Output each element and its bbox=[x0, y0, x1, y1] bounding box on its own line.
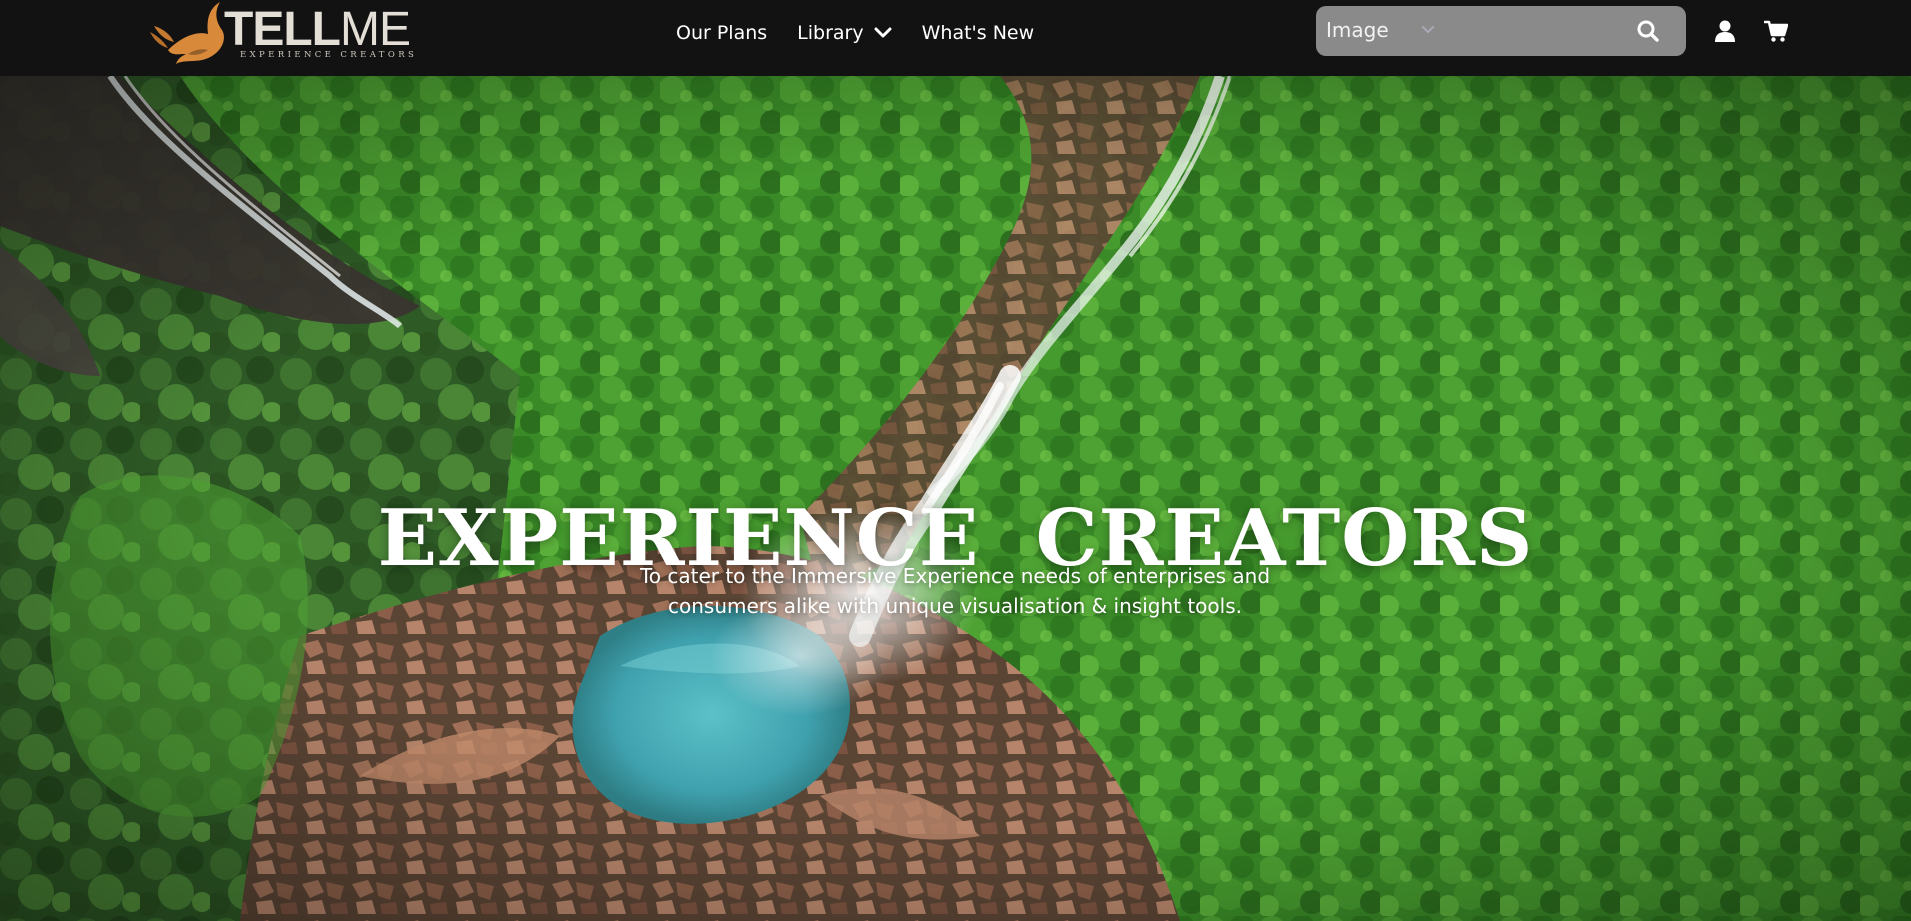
hero-subtitle: To cater to the Immersive Experience nee… bbox=[639, 564, 1271, 618]
cart-icon[interactable] bbox=[1764, 19, 1788, 43]
brand-tagline: EXPERIENCE CREATORS bbox=[240, 50, 418, 60]
main-nav: Our Plans Library What's New bbox=[676, 20, 1034, 46]
user-icon[interactable] bbox=[1714, 19, 1736, 43]
phoenix-logo-icon bbox=[150, 2, 224, 64]
top-navbar: TELLME EXPERIENCE CREATORS Our Plans Lib… bbox=[0, 0, 1911, 76]
nav-library[interactable]: Library bbox=[797, 22, 892, 44]
page: TELLME EXPERIENCE CREATORS Our Plans Lib… bbox=[0, 0, 1911, 921]
nav-our-plans-label: Our Plans bbox=[676, 22, 768, 44]
chevron-down-icon bbox=[1421, 26, 1434, 33]
search-type-value: Image bbox=[1326, 18, 1389, 42]
brand-logo[interactable]: TELLME EXPERIENCE CREATORS bbox=[148, 0, 414, 70]
chevron-down-icon bbox=[874, 27, 892, 38]
nav-library-label: Library bbox=[797, 22, 864, 44]
nav-whats-new-label: What's New bbox=[921, 22, 1035, 44]
nav-our-plans[interactable]: Our Plans bbox=[676, 22, 767, 44]
brand-wordmark: TELLME bbox=[224, 3, 411, 56]
search-type-select[interactable]: Image bbox=[1326, 18, 1435, 42]
nav-whats-new[interactable]: What's New bbox=[922, 22, 1035, 44]
search-bar: Image bbox=[1316, 6, 1686, 56]
search-icon[interactable] bbox=[1636, 19, 1660, 43]
hero-section: EXPERIENCE CREATORS To cater to the Imme… bbox=[0, 76, 1911, 921]
